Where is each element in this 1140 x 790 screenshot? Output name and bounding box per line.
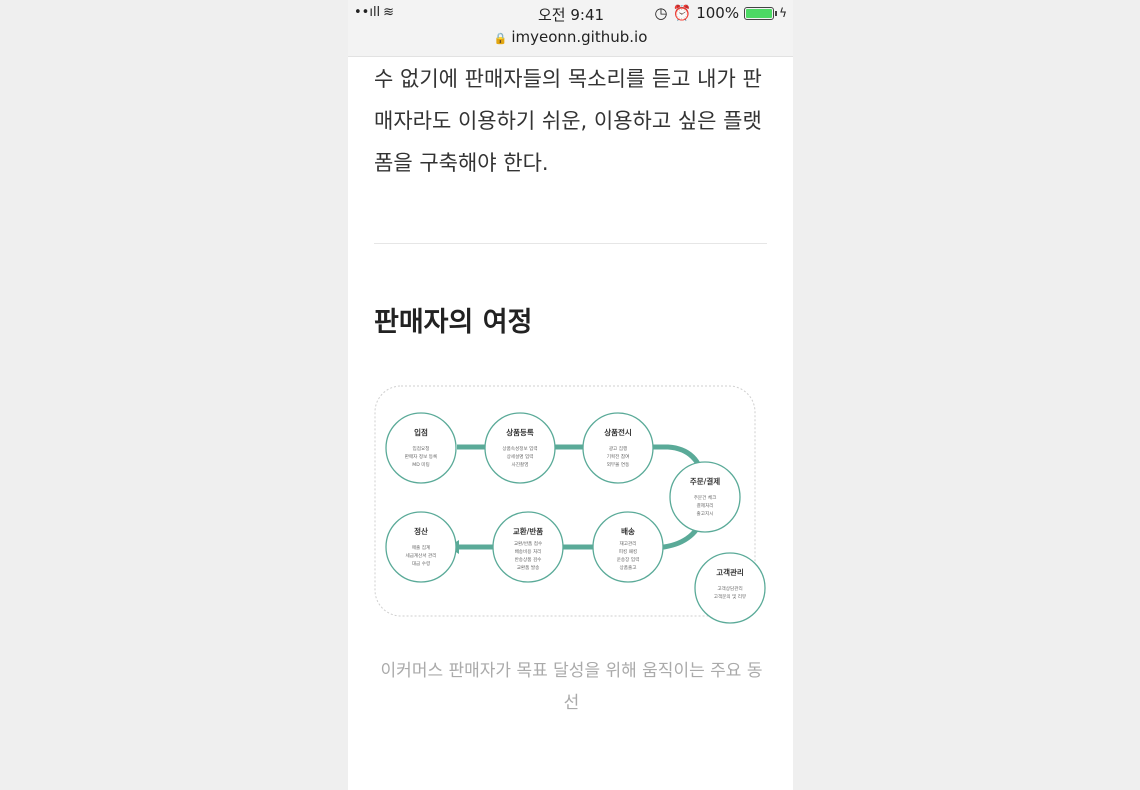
journey-step-detail: 상품속성정보 입력: [502, 445, 537, 452]
journey-step-detail: 매출 집계: [412, 544, 430, 551]
page: { "status_bar": { "signal": "••ıll", "wi…: [0, 0, 1140, 790]
journey-step: 상품등록상품속성정보 입력상세설명 입력사진촬영: [484, 412, 556, 484]
journey-step: 입점입점요청판매자 정보 등록MD 미팅: [385, 412, 457, 484]
wifi-icon: ≋: [383, 5, 395, 20]
journey-step-detail: 고객문의 및 리뷰: [714, 593, 747, 600]
clock-time: 오전 9:41: [538, 6, 605, 24]
journey-step-circle: [592, 511, 664, 583]
journey-step-detail: 배송비용 처리: [515, 548, 542, 555]
journey-step-detail: 대금 수령: [412, 560, 430, 567]
journey-step-detail: 교환품 발송: [517, 564, 540, 571]
journey-step-detail: MD 미팅: [412, 461, 429, 468]
article-paragraph: 수 없기에 판매자들의 목소리를 듣고 내가 판매자라도 이용하기 쉬운, 이용…: [374, 67, 762, 175]
journey-step-title: 교환/반품: [513, 526, 543, 536]
journey-step-detail: 사진촬영: [512, 461, 529, 468]
lock-icon: 🔒: [493, 32, 508, 45]
diagram-caption: 이커머스 판매자가 목표 달성을 위해 움직이는 주요 동선: [380, 661, 763, 713]
journey-step-detail: 상세설명 입력: [507, 453, 534, 460]
alarm-icon: ⏰: [672, 4, 692, 22]
journey-svg: 입점입점요청판매자 정보 등록MD 미팅 상품등록상품속성정보 입력상세설명 입력…: [374, 385, 766, 624]
divider: [374, 243, 767, 244]
journey-step: 주문/결제주문건 체크결제처리출고지시: [669, 461, 741, 533]
journey-step-detail: 입점요청: [413, 445, 430, 452]
journey-step-detail: 피킹 패킹: [619, 548, 637, 555]
section-heading: 판매자의 여정: [374, 307, 533, 338]
journey-step-detail: 교환/반품 접수: [514, 540, 542, 547]
journey-step-detail: 고객상담관리: [717, 585, 742, 592]
journey-step-circle: [492, 511, 564, 583]
journey-diagram: 입점입점요청 판매자 정보 등록 MD 미팅 상품등록상품속성정보 입력 상세설명 입력…: [374, 384, 774, 629]
journey-step-detail: 반송상품 검수: [515, 556, 542, 563]
battery-icon: [744, 6, 778, 20]
journey-step-title: 상품등록: [506, 427, 534, 437]
journey-step-title: 고객관리: [716, 567, 744, 577]
signal-indicator: ••ıll ≋: [354, 5, 394, 20]
journey-step-title: 상품전시: [604, 427, 632, 437]
journey-step-detail: 세금계산서 관리: [405, 552, 436, 559]
journey-step-detail: 기획전 참여: [607, 453, 630, 460]
journey-step-detail: 광고 집행: [609, 445, 627, 452]
journey-step-detail: 외부몰 연동: [607, 461, 630, 468]
journey-step-title: 배송: [621, 526, 635, 536]
journey-step-detail: 결제처리: [697, 502, 714, 509]
journey-step-detail: 운송장 입력: [617, 556, 640, 563]
clock-icon: ◷: [654, 4, 668, 22]
journey-step-detail: 출고지시: [697, 510, 714, 517]
charging-icon: ϟ: [779, 6, 787, 20]
journey-step: 상품전시광고 집행기획전 참여외부몰 연동: [582, 412, 654, 484]
phone-screen: ••ıll ≋ 오전 9:41 ◷ ⏰ 100% ϟ 🔒 imyeonn.githu…: [348, 0, 793, 790]
journey-step-title: 정산: [414, 526, 428, 536]
journey-step-title: 입점: [414, 427, 428, 437]
journey-step: 고객관리고객상담관리고객문의 및 리뷰: [694, 552, 766, 624]
journey-step-detail: 재고관리: [620, 540, 637, 547]
address-bar[interactable]: 🔒 imyeonn.github.io: [348, 28, 793, 46]
journey-step: 정산매출 집계세금계산서 관리대금 수령: [385, 511, 457, 583]
battery-percent: 100%: [696, 4, 740, 22]
status-bar: ••ıll ≋ 오전 9:41 ◷ ⏰ 100% ϟ 🔒 imyeonn.githu…: [348, 0, 793, 57]
journey-step: 교환/반품교환/반품 접수배송비용 처리반송상품 검수교환품 발송: [492, 511, 564, 583]
journey-step-detail: 상품출고: [620, 564, 637, 571]
status-right: ◷ ⏰ 100% ϟ: [654, 4, 787, 22]
journey-step-detail: 주문건 체크: [694, 494, 717, 501]
journey-step: 배송재고관리피킹 패킹운송장 입력상품출고: [592, 511, 664, 583]
signal-strength: ••ıll: [354, 5, 381, 20]
url-text: imyeonn.github.io: [511, 28, 648, 46]
journey-step-title: 주문/결제: [690, 476, 720, 486]
journey-step-detail: 판매자 정보 등록: [405, 453, 438, 460]
